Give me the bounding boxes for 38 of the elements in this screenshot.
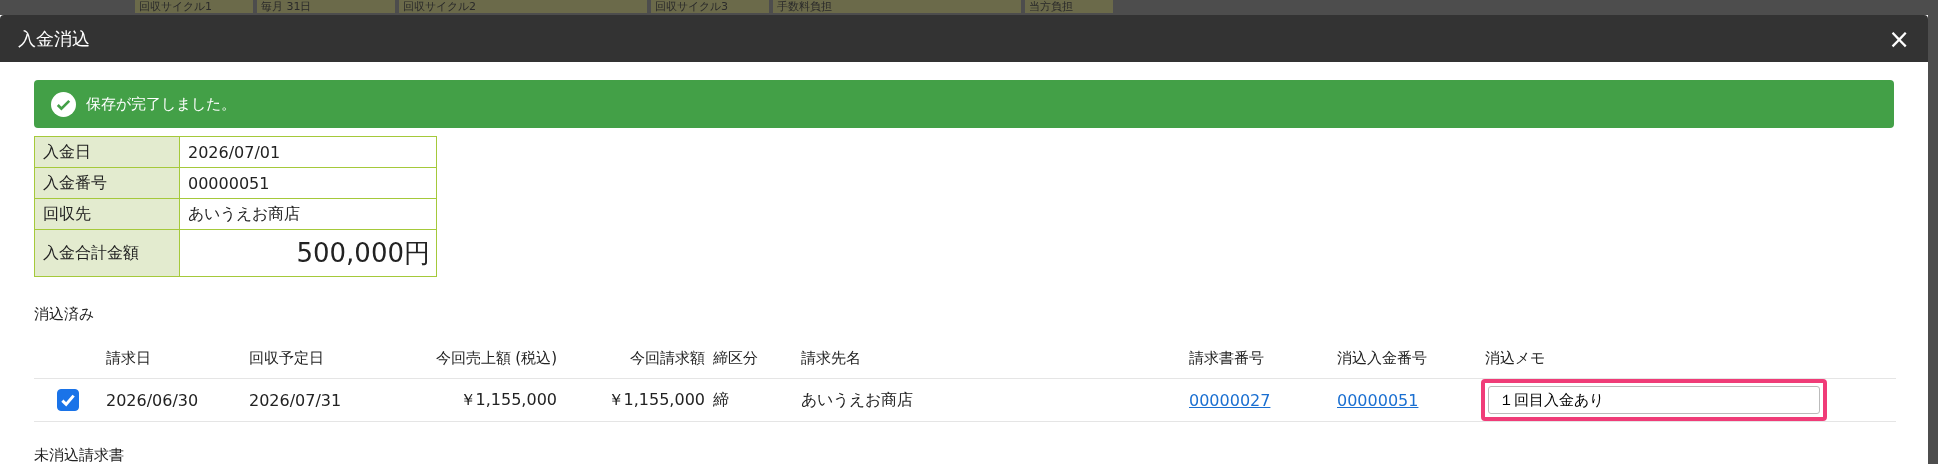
- background-label: 手数料負担: [773, 0, 1021, 13]
- background-label: 回収サイクル2: [399, 0, 647, 13]
- checkbox[interactable]: [57, 389, 79, 411]
- table-cell: ￥1,155,000: [561, 378, 709, 422]
- field-label: 回収先: [34, 198, 180, 230]
- column-header: 請求先名: [797, 338, 1185, 379]
- modal-title: 入金消込: [18, 26, 90, 51]
- field-value: あいうえお商店: [179, 198, 437, 230]
- background-label: 回収サイクル1: [135, 0, 253, 13]
- table-cell: 締: [709, 378, 797, 422]
- column-header: 請求書番号: [1185, 338, 1333, 379]
- table-cell: 2026/06/30: [102, 378, 245, 422]
- close-button[interactable]: ×: [1882, 23, 1916, 54]
- table-cell: 2026/07/31: [245, 378, 393, 422]
- field-label: 入金日: [34, 136, 180, 168]
- field-label: 入金合計金額: [34, 229, 180, 277]
- payment-link[interactable]: 00000051: [1337, 390, 1419, 410]
- column-header: 回収予定日: [245, 338, 393, 379]
- field-label: 入金番号: [34, 167, 180, 199]
- memo-field[interactable]: １回目入金あり: [1488, 386, 1820, 414]
- alert-message: 保存が完了しました。: [86, 94, 236, 114]
- column-header: 消込入金番号: [1333, 338, 1481, 379]
- column-header: 請求日: [102, 338, 245, 379]
- field-value: 500,000円: [179, 229, 437, 277]
- column-header: 今回売上額 (税込): [393, 338, 561, 379]
- table-cell: あいうえお商店: [797, 378, 1185, 422]
- field-value: 00000051: [179, 167, 437, 199]
- background-label: 回収サイクル3: [651, 0, 769, 13]
- column-header: 消込メモ: [1481, 338, 1896, 379]
- column-header: 締区分: [709, 338, 797, 379]
- section-title: 未消込請求書: [34, 446, 125, 464]
- invoice-link[interactable]: 00000027: [1189, 390, 1271, 410]
- check-circle-icon: [51, 91, 76, 117]
- table-cell: ￥1,155,000: [393, 378, 561, 422]
- field-value: 2026/07/01: [179, 136, 437, 168]
- column-header: 今回請求額: [561, 338, 709, 379]
- section-title: 消込済み: [34, 305, 95, 324]
- background-label: 当方負担: [1025, 0, 1113, 13]
